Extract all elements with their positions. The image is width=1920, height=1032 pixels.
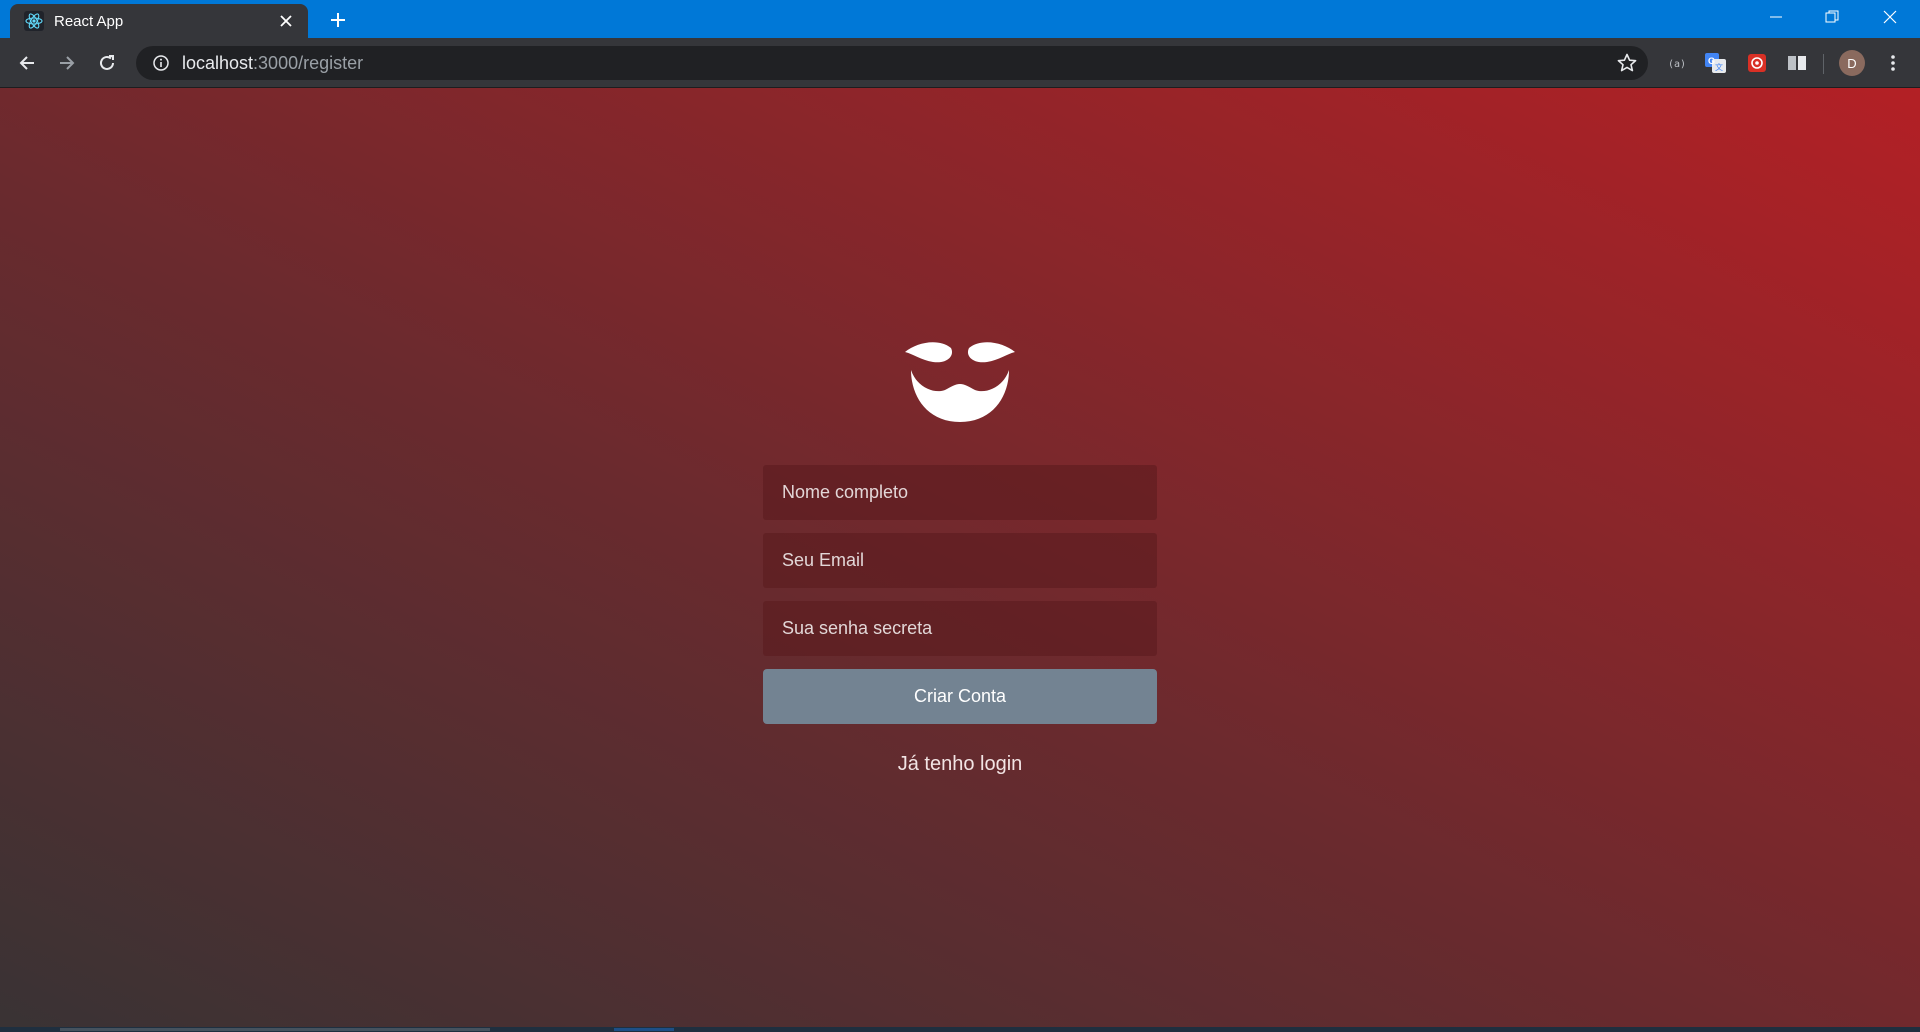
url-path: :3000/register (253, 52, 364, 73)
ext-code-icon[interactable]: (a) (1664, 51, 1688, 75)
taskbar-indicator (60, 1028, 490, 1031)
ext-puzzle-icon[interactable] (1745, 51, 1769, 75)
url-host: localhost (182, 52, 254, 73)
window-close-button[interactable] (1862, 0, 1918, 34)
back-button[interactable] (11, 47, 43, 79)
email-input[interactable] (763, 533, 1157, 588)
menu-kebab-icon[interactable] (1881, 51, 1905, 75)
reader-icon[interactable] (1785, 51, 1809, 75)
forward-button[interactable] (51, 47, 83, 79)
beard-mustache-logo-icon (905, 342, 1015, 422)
profile-avatar[interactable]: D (1839, 50, 1865, 76)
browser-tab[interactable]: React App (10, 4, 308, 38)
tab-title: React App (54, 12, 124, 30)
bookmark-star-icon[interactable] (1616, 52, 1638, 74)
browser-toolbar: localhost:3000/register (a) G文 D (0, 38, 1920, 88)
svg-text:G: G (1708, 56, 1715, 66)
svg-text:文: 文 (1715, 62, 1723, 72)
forward-arrow-icon (60, 56, 75, 70)
taskbar-indicator-active (614, 1028, 674, 1031)
toolbar-separator (1823, 54, 1824, 74)
register-page: Criar Conta Já tenho login (0, 88, 1920, 1032)
restore-button[interactable] (1804, 0, 1860, 34)
info-icon[interactable] (150, 52, 172, 74)
password-input[interactable] (763, 601, 1157, 656)
full-name-input[interactable] (763, 465, 1157, 520)
reload-icon (100, 55, 114, 70)
translate-icon[interactable]: G文 (1704, 51, 1728, 75)
new-tab-button[interactable] (324, 6, 352, 34)
address-bar[interactable]: localhost:3000/register (136, 46, 1648, 80)
tab-close-icon[interactable] (276, 11, 296, 31)
reload-button[interactable] (91, 47, 123, 79)
browser-titlebar: React App (0, 0, 1920, 38)
react-icon (24, 11, 44, 31)
create-account-button[interactable]: Criar Conta (763, 669, 1157, 724)
taskbar-strip (0, 1027, 1920, 1032)
back-arrow-icon (19, 56, 34, 70)
login-link[interactable]: Já tenho login (763, 753, 1157, 776)
minimize-button[interactable] (1748, 0, 1804, 34)
svg-text:(a): (a) (1668, 59, 1685, 70)
